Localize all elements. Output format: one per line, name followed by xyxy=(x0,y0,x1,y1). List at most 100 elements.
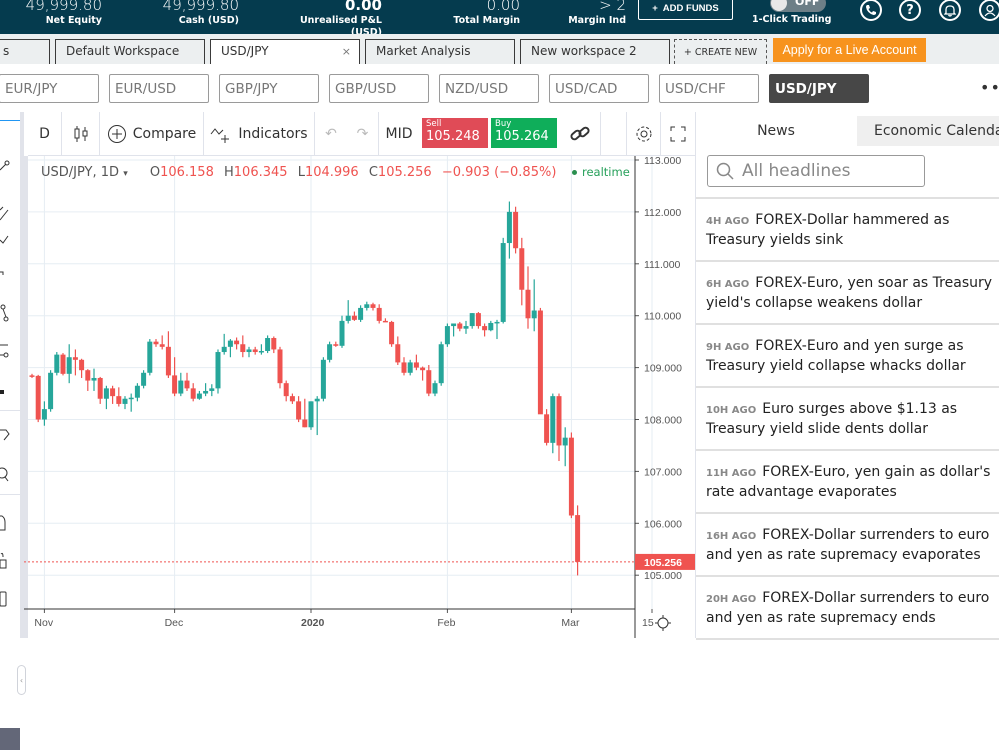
gear-icon xyxy=(657,617,669,629)
chart-symbol-dropdown[interactable]: USD/JPY, 1D ▾ xyxy=(41,165,128,180)
chevron-down-icon: ▾ xyxy=(123,169,128,179)
y-axis: 113.000 112.000 111.000 110.000 109.000 108.0… xyxy=(634,155,695,638)
bell-icon[interactable] xyxy=(939,0,961,21)
x-tick-label: Feb xyxy=(437,617,455,629)
candle-body xyxy=(407,362,413,373)
sell-button[interactable]: Sell 105.248 xyxy=(422,118,488,148)
indicators-button[interactable]: Indicators xyxy=(204,112,315,155)
link-button[interactable] xyxy=(559,112,601,155)
y-tick-label: 109.000 xyxy=(644,363,682,375)
fib-tool-icon[interactable] xyxy=(0,204,20,222)
workspace-tab-bar: s Default Workspace USD/JPY × Market Ana… xyxy=(0,34,999,64)
text-tool-icon[interactable] xyxy=(0,264,20,282)
candle-body xyxy=(358,307,364,320)
news-item[interactable]: 16H AGO FOREX-Dollar surrenders to euro a… xyxy=(696,514,999,577)
tab-label: New workspace 2 xyxy=(531,44,637,58)
candle-body xyxy=(556,396,562,446)
instrument-usd-chf[interactable]: USD/CHF xyxy=(659,74,759,103)
pattern-tool-icon[interactable] xyxy=(0,304,20,322)
buy-button[interactable]: Buy 105.264 xyxy=(491,118,557,148)
toggle-state: OFF xyxy=(795,0,820,8)
candle-body xyxy=(513,211,519,249)
instrument-eur-usd[interactable]: EUR/USD xyxy=(109,74,209,103)
candle-body xyxy=(345,315,351,321)
news-item[interactable]: 6H AGO FOREX-Euro, yen soar as Treasury y… xyxy=(696,262,999,325)
user-icon[interactable] xyxy=(979,0,999,21)
create-new-workspace-button[interactable]: + CREATE NEW xyxy=(674,39,767,64)
price-chart[interactable]: Nov Dec 2020 Feb Mar 15 113.000 112.000 111.000… xyxy=(24,155,695,638)
candle-body xyxy=(544,414,550,443)
news-panel: News Economic Calendar All headlines 4H … xyxy=(695,112,999,640)
candle-body xyxy=(54,354,60,373)
compare-button[interactable]: Compare xyxy=(100,112,204,155)
y-tick-label: 107.000 xyxy=(644,466,682,478)
fullscreen-button[interactable] xyxy=(661,112,695,155)
candlestick-chart[interactable]: Nov Dec 2020 Feb Mar 15 113.000 112.000 111.000… xyxy=(24,155,695,638)
chart-type-button[interactable] xyxy=(62,112,100,155)
apply-live-account-button[interactable]: Apply for a Live Account xyxy=(773,38,926,62)
candle-body xyxy=(110,388,116,397)
search-placeholder: All headlines xyxy=(742,161,851,181)
candle-body xyxy=(66,357,72,374)
low-key: L xyxy=(297,165,305,180)
candle-body xyxy=(500,243,506,322)
instrument-nzd-usd[interactable]: NZD/USD xyxy=(439,74,539,103)
tab-news[interactable]: News xyxy=(696,116,856,146)
candle-body xyxy=(438,344,444,384)
instrument-usd-jpy[interactable]: USD/JPY xyxy=(769,74,869,103)
tab-label: s xyxy=(3,44,10,58)
candle-body xyxy=(116,396,122,404)
delete-drawings-button[interactable] xyxy=(0,728,20,750)
dot-tool-icon[interactable] xyxy=(0,382,20,400)
news-time-ago: 6H AGO xyxy=(706,279,750,290)
help-icon[interactable]: ? xyxy=(899,0,921,21)
add-funds-button[interactable]: + ADD FUNDS xyxy=(638,0,733,20)
tab-economic-calendar[interactable]: Economic Calendar xyxy=(857,116,999,146)
news-item[interactable]: 9H AGO FOREX-Euro and yen surge as Treasu… xyxy=(696,325,999,388)
news-item[interactable]: 10H AGO Euro surges above $1.13 as Treasu… xyxy=(696,388,999,451)
interval-button[interactable]: D xyxy=(28,112,62,155)
tab-new-workspace-2[interactable]: New workspace 2 xyxy=(520,39,670,64)
y-tick-label: 111.000 xyxy=(644,259,681,271)
high-key: H xyxy=(224,165,234,180)
low-value: 104.996 xyxy=(304,165,359,180)
instrument-gbp-jpy[interactable]: GBP/JPY xyxy=(219,74,319,103)
tab-usd-jpy[interactable]: USD/JPY × xyxy=(210,39,360,64)
more-instruments-icon[interactable]: ••• xyxy=(980,78,999,97)
tab-market-analysis[interactable]: Market Analysis xyxy=(365,39,515,64)
eraser-icon[interactable] xyxy=(0,426,20,444)
candle-body xyxy=(209,388,215,391)
stat-net-equity: 49,999.80 Net Equity xyxy=(20,0,102,27)
phone-icon[interactable] xyxy=(860,0,882,21)
magnet-icon[interactable] xyxy=(0,514,20,532)
candle-body xyxy=(519,248,525,290)
tab-default-workspace[interactable]: Default Workspace xyxy=(55,39,205,64)
brush-icon[interactable] xyxy=(0,230,20,248)
close-tab-icon[interactable]: × xyxy=(342,45,351,58)
instrument-gbp-usd[interactable]: GBP/USD xyxy=(329,74,429,103)
trend-line-icon[interactable] xyxy=(0,156,20,174)
x-axis: Nov Dec 2020 Feb Mar 15 xyxy=(24,608,671,631)
redo-icon[interactable]: ↷ xyxy=(347,112,379,155)
collapse-toolbar-handle[interactable]: ‹ xyxy=(17,665,26,695)
news-item[interactable]: 20H AGO FOREX-Dollar surrenders to euro a… xyxy=(696,577,999,640)
news-item[interactable]: 4H AGO FOREX-Dollar hammered as Treasury … xyxy=(696,199,999,262)
visibility-icon[interactable] xyxy=(0,590,20,608)
buy-price: 105.264 xyxy=(495,129,549,144)
undo-icon[interactable]: ↶ xyxy=(315,112,347,155)
one-click-trading-toggle[interactable]: OFF xyxy=(770,0,826,12)
news-item[interactable]: 11H AGO FOREX-Euro, yen gain as dollar's … xyxy=(696,451,999,514)
instrument-eur-jpy[interactable]: EUR/JPY xyxy=(0,74,99,103)
candle-body xyxy=(562,437,568,446)
tab-workspace-hidden[interactable]: s xyxy=(0,39,50,64)
instrument-usd-cad[interactable]: USD/CAD xyxy=(549,74,649,103)
headline-search-input[interactable]: All headlines xyxy=(707,155,925,187)
candle-body xyxy=(283,383,289,397)
lock-icon[interactable] xyxy=(0,552,20,570)
stat-label: Net Equity xyxy=(45,15,102,26)
timescale-settings-icon[interactable] xyxy=(655,615,671,631)
candle-body xyxy=(302,419,308,428)
settings-button[interactable] xyxy=(627,112,661,155)
measure-tool-icon[interactable] xyxy=(0,342,20,360)
zoom-icon[interactable] xyxy=(0,466,20,484)
